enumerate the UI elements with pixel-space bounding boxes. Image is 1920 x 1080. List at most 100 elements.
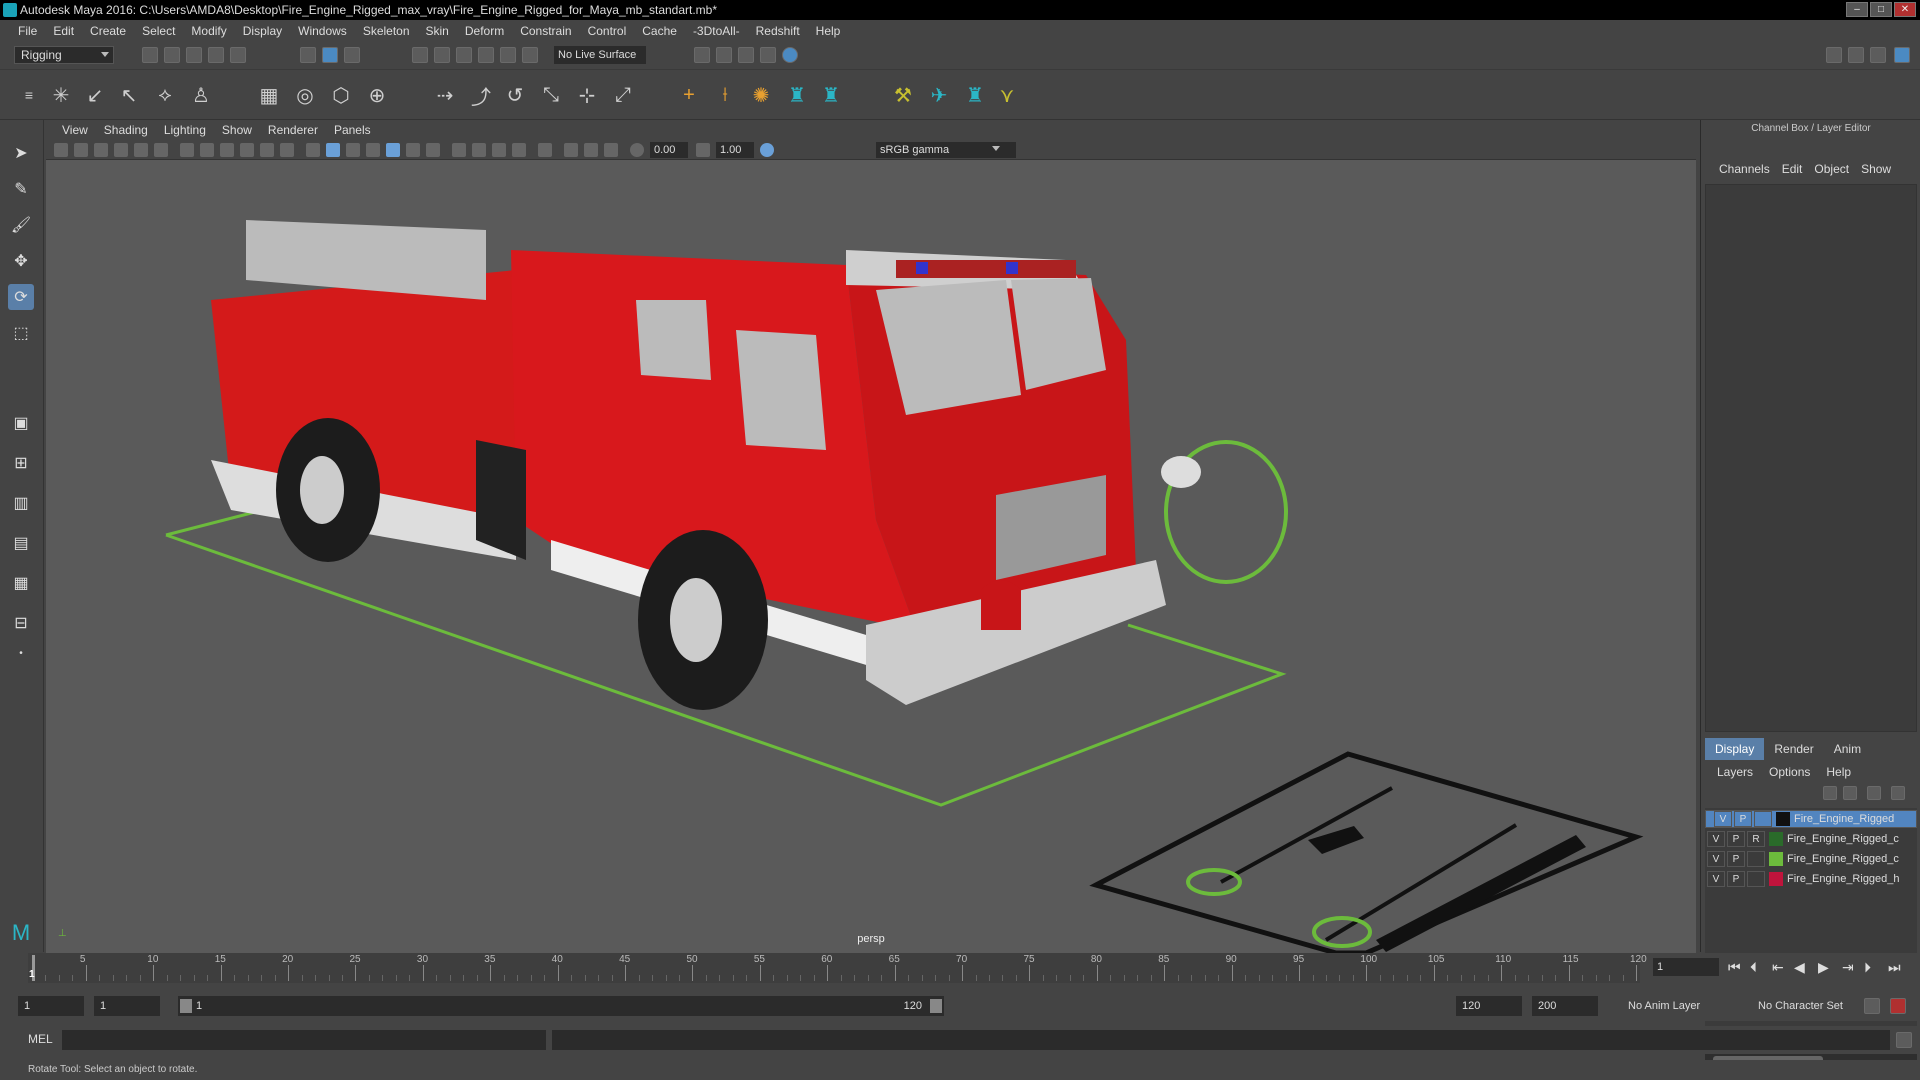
ik-handle-icon[interactable]: ↙ [82, 82, 108, 108]
hik-character-icon[interactable]: ♜ [962, 82, 988, 108]
save-scene-icon[interactable] [186, 47, 202, 63]
menu-cache[interactable]: Cache [634, 24, 685, 38]
gamma-icon[interactable] [696, 143, 710, 157]
menuset-dropdown[interactable]: Rigging [14, 46, 114, 64]
wire-deformer-icon[interactable]: ♜ [818, 82, 844, 108]
live-surface-field[interactable]: No Live Surface [554, 46, 646, 64]
tab-render[interactable]: Render [1764, 738, 1823, 760]
exposure-icon[interactable] [630, 143, 644, 157]
layer-display-type-toggle[interactable] [1754, 811, 1772, 827]
menu-modify[interactable]: Modify [183, 24, 234, 38]
smooth-shade-icon[interactable] [326, 143, 340, 157]
field-chart-icon[interactable] [260, 143, 274, 157]
xray-components-icon[interactable] [604, 143, 618, 157]
layer-menu-help[interactable]: Help [1818, 762, 1859, 782]
snap-magnet-icon[interactable] [522, 47, 538, 63]
shadows-icon[interactable] [426, 143, 440, 157]
menu-control[interactable]: Control [580, 24, 635, 38]
viewport-menu-panels[interactable]: Panels [326, 123, 379, 137]
hypershade-icon[interactable] [782, 47, 798, 63]
menu-skin[interactable]: Skin [418, 24, 457, 38]
playback-end-field[interactable]: 120 [1456, 996, 1522, 1016]
layer-row[interactable]: V P Fire_Engine_Rigged [1705, 810, 1917, 828]
resolution-gate-icon[interactable] [220, 143, 234, 157]
move-layer-down-icon[interactable] [1843, 786, 1857, 800]
select-component-icon[interactable] [344, 47, 360, 63]
layer-visibility-toggle[interactable]: V [1707, 831, 1725, 847]
layer-display-type-toggle[interactable] [1747, 851, 1765, 867]
layer-playback-toggle[interactable]: P [1734, 811, 1752, 827]
step-forward-frame-icon[interactable]: ⏵ [1864, 959, 1871, 976]
step-back-key-icon[interactable]: ⇤ [1772, 959, 1784, 976]
exposure-field[interactable]: 0.00 [650, 142, 688, 158]
minimize-button[interactable]: – [1846, 2, 1868, 17]
menu-redshift[interactable]: Redshift [748, 24, 808, 38]
set-driven-key-icon[interactable]: ⋎ [994, 82, 1020, 108]
go-to-end-icon[interactable]: ⏭ [1888, 959, 1901, 976]
mirror-weights-icon[interactable]: ⚒ [890, 82, 916, 108]
menu-edit[interactable]: Edit [45, 24, 82, 38]
multisample-aa-icon[interactable] [492, 143, 506, 157]
cb-menu-edit[interactable]: Edit [1776, 162, 1809, 182]
sculpt-deformer-icon[interactable]: ⊕ [364, 82, 390, 108]
blend-shape-icon[interactable]: ♜ [784, 82, 810, 108]
viewport-menu-view[interactable]: View [54, 123, 96, 137]
layer-name[interactable]: Fire_Engine_Rigged_c [1787, 853, 1899, 865]
depth-of-field-icon[interactable] [512, 143, 526, 157]
bind-skin-icon[interactable]: ⟊ [712, 82, 738, 108]
layer-color-swatch[interactable] [1776, 812, 1790, 826]
textured-icon[interactable] [386, 143, 400, 157]
anim-layer-dropdown[interactable]: No Anim Layer [1622, 996, 1740, 1016]
use-all-lights-icon[interactable] [406, 143, 420, 157]
snap-point-icon[interactable] [456, 47, 472, 63]
menu-skeleton[interactable]: Skeleton [355, 24, 418, 38]
playback-start-field[interactable]: 1 [94, 996, 160, 1016]
cb-menu-object[interactable]: Object [1808, 162, 1855, 182]
new-scene-icon[interactable] [142, 47, 158, 63]
layer-name[interactable]: Fire_Engine_Rigged [1794, 811, 1894, 827]
wireframe-on-shaded-icon[interactable] [366, 143, 380, 157]
channel-box-toggle-icon[interactable] [1894, 47, 1910, 63]
menu-deform[interactable]: Deform [457, 24, 512, 38]
timeline-track[interactable]: 5 10 15 20 25 30 35 40 45 50 55 60 65 70 75 80 85 90 95 100… [28, 953, 1647, 983]
layer-visibility-toggle[interactable]: V [1707, 871, 1725, 887]
layer-menu-layers[interactable]: Layers [1709, 762, 1761, 782]
isolate-select-icon[interactable] [538, 143, 552, 157]
command-language-label[interactable]: MEL [28, 1032, 53, 1046]
humanik-icon[interactable]: ♙ [188, 82, 214, 108]
four-view-layout-icon[interactable]: ⊞ [8, 450, 34, 476]
animation-start-field[interactable]: 1 [18, 996, 84, 1016]
layer-menu-options[interactable]: Options [1761, 762, 1818, 782]
step-back-frame-icon[interactable]: ⏴ [1750, 959, 1757, 976]
wireframe-icon[interactable] [306, 143, 320, 157]
go-to-start-icon[interactable]: ⏮ [1728, 959, 1741, 976]
ipr-render-icon[interactable] [716, 47, 732, 63]
rotate-tool-icon[interactable]: ⟳ [8, 284, 34, 310]
wrap-icon[interactable]: ⬡ [328, 82, 354, 108]
new-layer-selected-icon[interactable] [1891, 786, 1905, 800]
screen-space-ao-icon[interactable] [452, 143, 466, 157]
command-input[interactable] [62, 1030, 546, 1050]
motion-blur-icon[interactable] [472, 143, 486, 157]
layer-color-swatch[interactable] [1769, 872, 1783, 886]
open-scene-icon[interactable] [164, 47, 180, 63]
safe-action-icon[interactable] [280, 143, 294, 157]
snap-surface-icon[interactable] [500, 47, 516, 63]
orient-constraint-icon[interactable]: ↺ [502, 82, 528, 108]
current-frame-field[interactable]: 1 [1653, 958, 1719, 976]
tab-anim[interactable]: Anim [1824, 738, 1871, 760]
gamma-field[interactable]: 1.00 [716, 142, 754, 158]
scale-constraint-icon[interactable]: ⤡ [538, 82, 564, 108]
menu-3dtoall[interactable]: -3DtoAll- [685, 24, 748, 38]
channel-box-area[interactable] [1705, 184, 1917, 732]
menu-constrain[interactable]: Constrain [512, 24, 579, 38]
layer-color-swatch[interactable] [1769, 832, 1783, 846]
joint-tool-icon[interactable]: ✳ [48, 82, 74, 108]
play-forwards-icon[interactable]: ▶ [1818, 959, 1829, 976]
film-gate-icon[interactable] [200, 143, 214, 157]
menu-help[interactable]: Help [808, 24, 849, 38]
graph-layout-icon[interactable]: ▤ [8, 530, 34, 556]
cb-menu-channels[interactable]: Channels [1713, 162, 1776, 182]
layer-playback-toggle[interactable]: P [1727, 831, 1745, 847]
cluster-icon[interactable]: ◎ [292, 82, 318, 108]
